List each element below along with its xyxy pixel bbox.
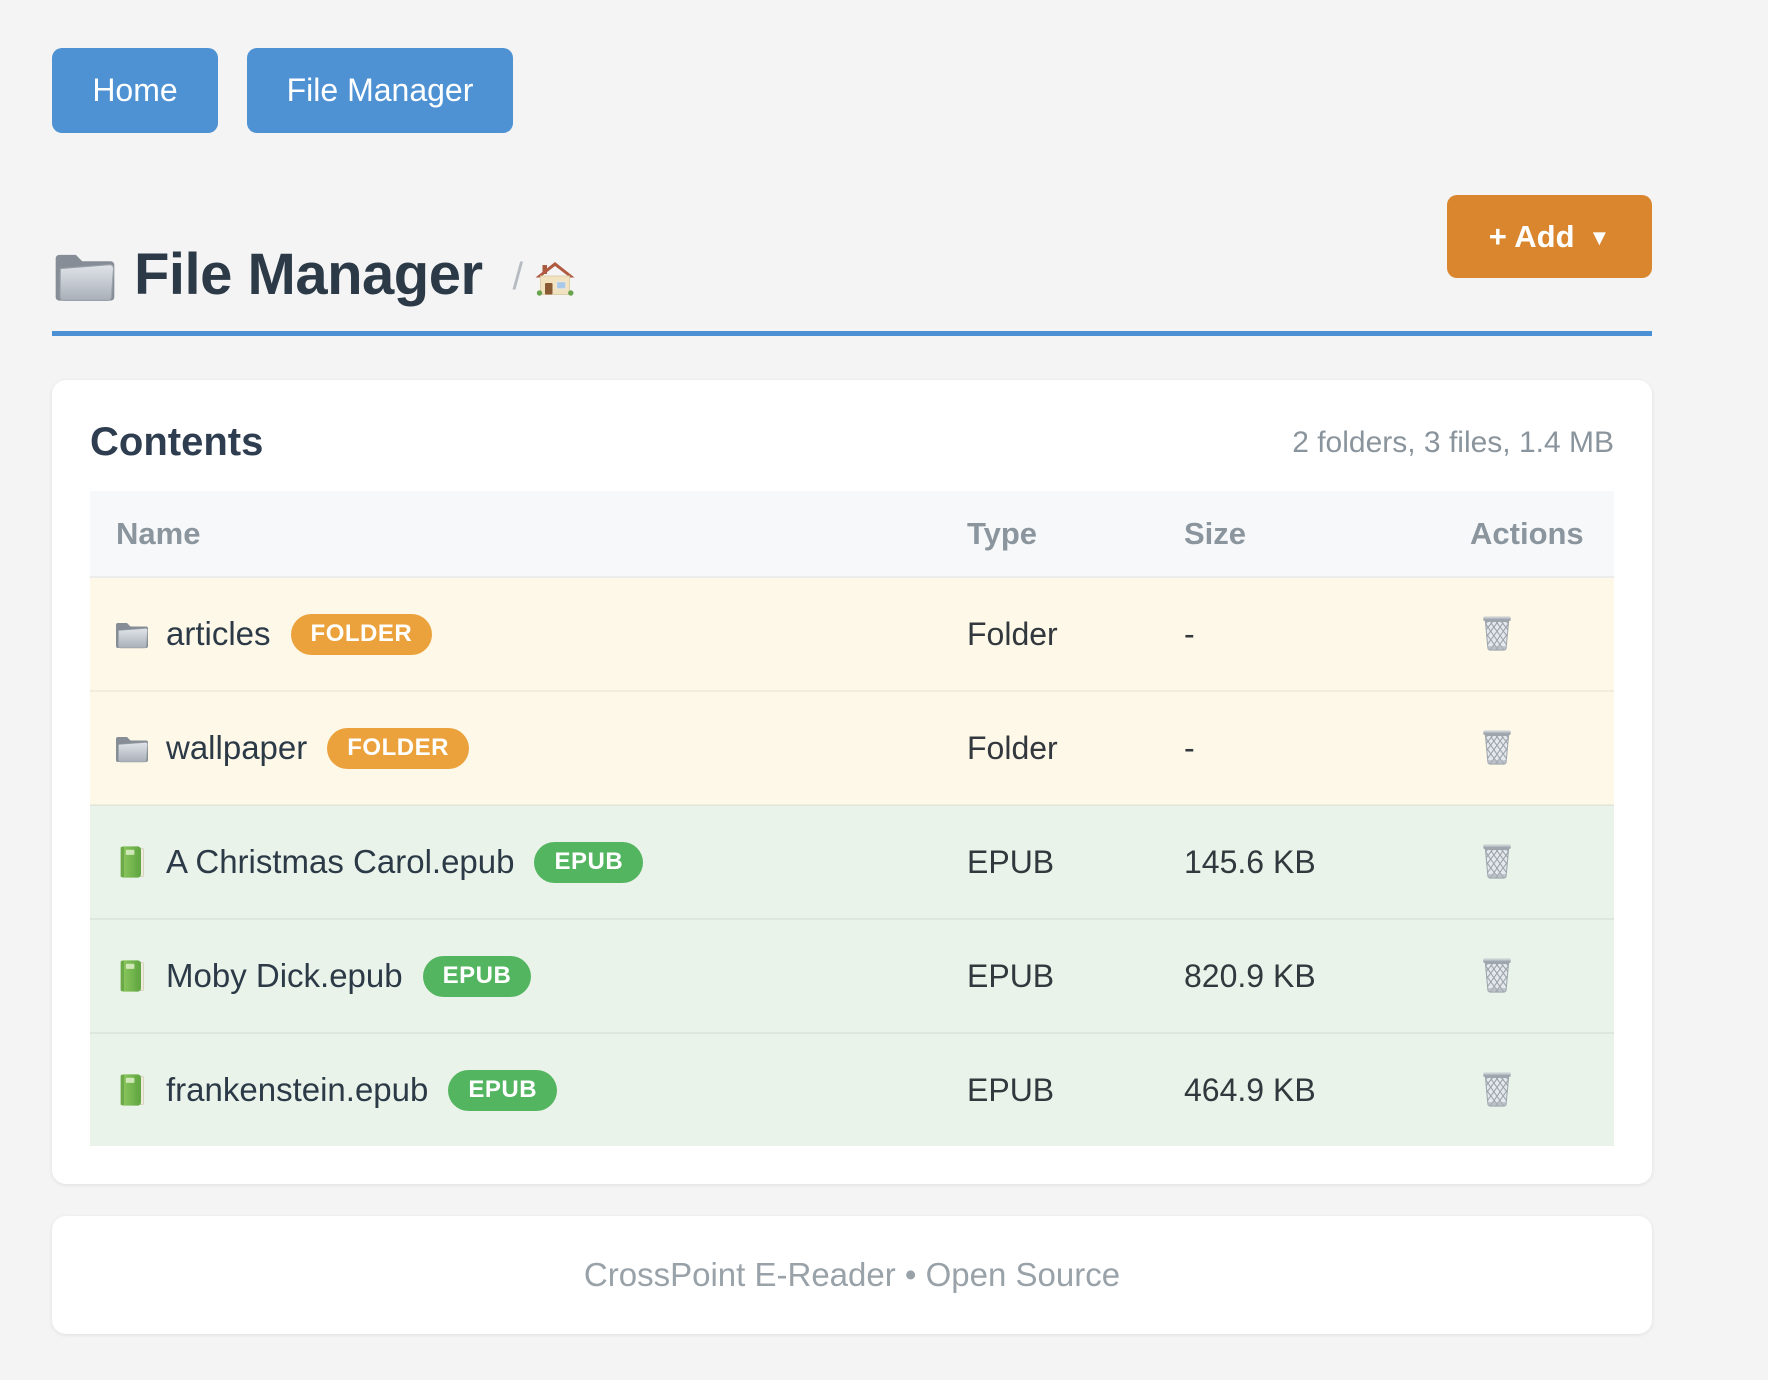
column-header-name: Name xyxy=(90,491,967,577)
file-name-link[interactable]: A Christmas Carol.epub xyxy=(166,843,514,881)
title-row: File Manager / + Add ▼ xyxy=(52,195,1652,315)
add-button-label: + Add xyxy=(1489,219,1575,255)
title-group: File Manager / xyxy=(52,243,575,307)
top-nav: Home File Manager xyxy=(52,0,1652,133)
folder-icon xyxy=(52,245,118,305)
epub-badge: EPUB xyxy=(423,956,532,997)
type-cell: EPUB xyxy=(967,805,1184,919)
green-book-icon xyxy=(114,959,150,993)
breadcrumb-separator: / xyxy=(513,256,524,299)
page-title: File Manager xyxy=(134,243,483,307)
footer: CrossPoint E-Reader • Open Source xyxy=(52,1216,1652,1334)
name-cell: frankenstein.epub EPUB xyxy=(90,1034,967,1146)
caret-down-icon: ▼ xyxy=(1589,225,1611,251)
size-cell: 464.9 KB xyxy=(1184,1033,1470,1146)
delete-button[interactable] xyxy=(1474,1063,1520,1113)
folder-badge: FOLDER xyxy=(291,614,433,655)
file-name-link[interactable]: frankenstein.epub xyxy=(166,1071,428,1109)
file-manager-button[interactable]: File Manager xyxy=(247,48,513,133)
home-icon[interactable] xyxy=(535,260,575,296)
file-name-link[interactable]: Moby Dick.epub xyxy=(166,957,403,995)
green-book-icon xyxy=(114,1073,150,1107)
table-row-moby-dick: Moby Dick.epub EPUB EPUB 820.9 KB xyxy=(90,919,1614,1033)
delete-button[interactable] xyxy=(1474,949,1520,999)
delete-button[interactable] xyxy=(1474,721,1520,771)
table-row-christmas-carol: A Christmas Carol.epub EPUB EPUB 145.6 K… xyxy=(90,805,1614,919)
column-header-actions: Actions xyxy=(1470,491,1614,577)
table-header-row: Name Type Size Actions xyxy=(90,491,1614,577)
folder-name-link[interactable]: wallpaper xyxy=(166,729,307,767)
column-header-type: Type xyxy=(967,491,1184,577)
name-cell: wallpaper FOLDER xyxy=(90,692,967,804)
column-header-size: Size xyxy=(1184,491,1470,577)
green-book-icon xyxy=(114,845,150,879)
trash-icon xyxy=(1478,953,1516,995)
home-button[interactable]: Home xyxy=(52,48,218,133)
table-row-frankenstein: frankenstein.epub EPUB EPUB 464.9 KB xyxy=(90,1033,1614,1146)
page-content: Home File Manager File Manager / + Add ▼… xyxy=(52,0,1652,1334)
name-cell: A Christmas Carol.epub EPUB xyxy=(90,806,967,918)
name-cell: articles FOLDER xyxy=(90,578,967,690)
size-cell: 145.6 KB xyxy=(1184,805,1470,919)
type-cell: Folder xyxy=(967,577,1184,691)
type-cell: Folder xyxy=(967,691,1184,805)
add-button[interactable]: + Add ▼ xyxy=(1447,195,1652,278)
folder-badge: FOLDER xyxy=(327,728,469,769)
trash-icon xyxy=(1478,839,1516,881)
contents-summary: 2 folders, 3 files, 1.4 MB xyxy=(1292,426,1614,460)
card-title: Contents xyxy=(90,420,263,465)
size-cell: - xyxy=(1184,691,1470,805)
folder-icon xyxy=(114,617,150,651)
name-cell: Moby Dick.epub EPUB xyxy=(90,920,967,1032)
size-cell: - xyxy=(1184,577,1470,691)
epub-badge: EPUB xyxy=(534,842,643,883)
size-cell: 820.9 KB xyxy=(1184,919,1470,1033)
card-header: Contents 2 folders, 3 files, 1.4 MB xyxy=(90,420,1614,465)
table-row-wallpaper: wallpaper FOLDER Folder - xyxy=(90,691,1614,805)
type-cell: EPUB xyxy=(967,919,1184,1033)
title-divider xyxy=(52,331,1652,336)
trash-icon xyxy=(1478,725,1516,767)
contents-card: Contents 2 folders, 3 files, 1.4 MB Name… xyxy=(52,380,1652,1184)
footer-text: CrossPoint E-Reader • Open Source xyxy=(584,1256,1120,1294)
trash-icon xyxy=(1478,611,1516,653)
folder-icon xyxy=(114,731,150,765)
folder-name-link[interactable]: articles xyxy=(166,615,271,653)
delete-button[interactable] xyxy=(1474,835,1520,885)
delete-button[interactable] xyxy=(1474,607,1520,657)
table-row-articles: articles FOLDER Folder - xyxy=(90,577,1614,691)
type-cell: EPUB xyxy=(967,1033,1184,1146)
file-table: Name Type Size Actions articles FOLDER xyxy=(90,491,1614,1146)
trash-icon xyxy=(1478,1067,1516,1109)
epub-badge: EPUB xyxy=(448,1070,557,1111)
